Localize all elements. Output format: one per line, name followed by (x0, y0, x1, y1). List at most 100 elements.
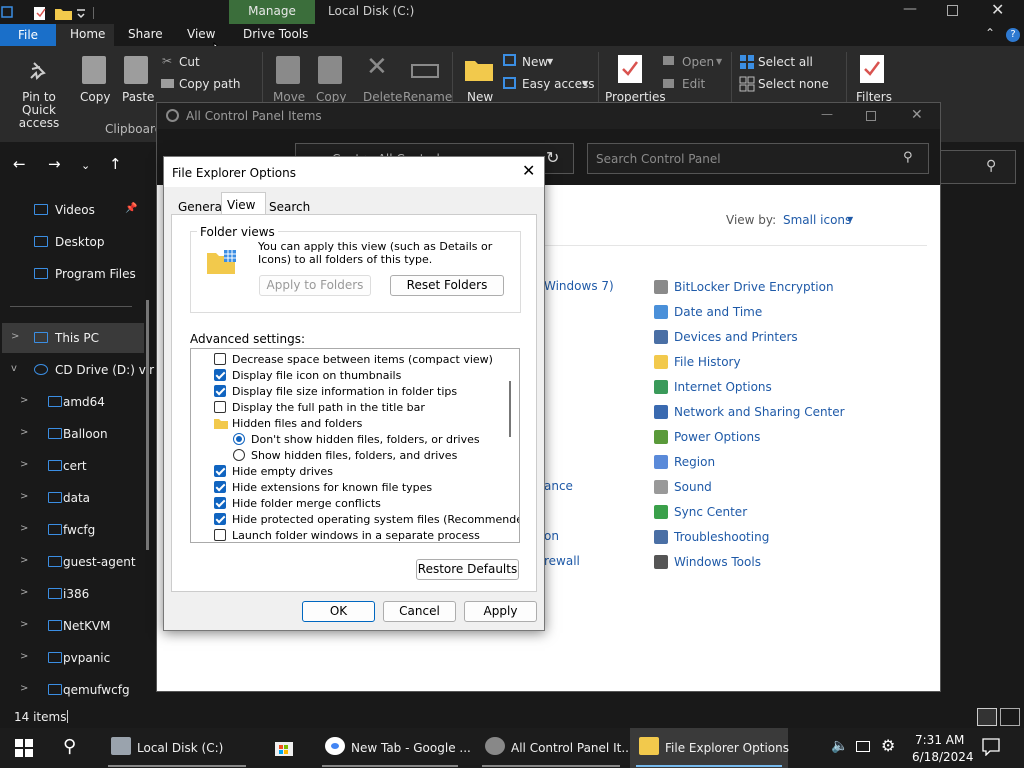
maximize-icon[interactable] (947, 5, 958, 16)
setting-checkbox[interactable] (214, 481, 226, 493)
cut-button[interactable]: Cut (179, 56, 200, 68)
tab-home[interactable]: Home (70, 28, 105, 40)
minimize-icon[interactable]: — (821, 108, 833, 120)
control-panel-item-windows-tools[interactable]: Windows Tools (674, 556, 761, 568)
nav-item-videos[interactable]: Videos (55, 204, 95, 216)
close-icon[interactable]: ✕ (911, 108, 923, 122)
new-item-button[interactable]: New (522, 56, 548, 68)
open-button[interactable]: Open (682, 56, 714, 68)
recent-chevron-icon[interactable]: ⌄ (81, 160, 90, 171)
quick-access-toolbar[interactable] (0, 5, 100, 21)
nav-item-guest-agent[interactable]: guest-agent (63, 556, 136, 568)
notifications-icon[interactable] (982, 738, 1000, 756)
setting-checkbox[interactable] (214, 513, 226, 525)
nav-expand-chevron-icon[interactable]: > (20, 556, 28, 566)
nav-item-this-pc[interactable]: This PC (55, 332, 99, 344)
setting-checkbox[interactable] (214, 497, 226, 509)
apply-to-folders-button[interactable]: Apply to Folders (259, 275, 371, 296)
nav-item-fwcfg[interactable]: fwcfg (63, 524, 95, 536)
tab-drive-tools[interactable]: Drive Tools (243, 28, 308, 40)
nav-item-amd64[interactable]: amd64 (63, 396, 105, 408)
paste-button[interactable]: Paste (122, 91, 154, 103)
nav-item-balloon[interactable]: Balloon (63, 428, 108, 440)
search-icon[interactable]: ⚲ (986, 159, 996, 173)
nav-expand-chevron-icon[interactable]: > (20, 428, 28, 438)
tab-file[interactable]: File (0, 24, 56, 46)
nav-expand-chevron-icon[interactable]: > (20, 492, 28, 502)
copy-button[interactable]: Copy (80, 91, 110, 103)
advanced-settings-list[interactable]: Decrease space between items (compact vi… (190, 348, 520, 543)
nav-item-cd-drive-d-vir[interactable]: CD Drive (D:) vir (55, 364, 154, 376)
setting-checkbox[interactable] (214, 385, 226, 397)
forward-arrow-icon[interactable]: → (48, 157, 61, 172)
collapse-ribbon-icon[interactable]: ⌃ (985, 27, 995, 39)
nav-expand-chevron-icon[interactable]: > (20, 652, 28, 662)
control-panel-item-partial[interactable]: rewall (544, 555, 580, 567)
nav-expand-chevron-icon[interactable]: > (20, 684, 28, 694)
control-panel-item-internet-options[interactable]: Internet Options (674, 381, 772, 393)
clock-time[interactable]: 7:31 AM (915, 734, 964, 746)
copy-path-button[interactable]: Copy path (179, 78, 241, 90)
setting-radio[interactable] (233, 433, 245, 445)
setting-radio[interactable] (233, 449, 245, 461)
view-by-dropdown[interactable]: Small icons (783, 214, 851, 226)
nav-expand-chevron-icon[interactable]: > (20, 620, 28, 630)
maximize-icon[interactable] (866, 111, 876, 121)
nav-item-i386[interactable]: i386 (63, 588, 89, 600)
explorer-search-box[interactable] (940, 150, 1016, 184)
microsoft-store-icon[interactable] (274, 737, 294, 757)
apply-button[interactable]: Apply (464, 601, 537, 622)
network-icon[interactable] (856, 741, 870, 752)
control-panel-item-partial[interactable]: Windows 7) (544, 280, 614, 292)
nav-scrollbar[interactable] (146, 300, 149, 550)
manage-tab[interactable]: Manage (229, 0, 315, 24)
setting-checkbox[interactable] (214, 401, 226, 413)
nav-expand-chevron-icon[interactable]: > (20, 588, 28, 598)
tab-general[interactable]: General (178, 201, 225, 213)
control-panel-item-network-and-sharing-center[interactable]: Network and Sharing Center (674, 406, 845, 418)
nav-item-qemufwcfg[interactable]: qemufwcfg (63, 684, 130, 696)
nav-item-data[interactable]: data (63, 492, 90, 504)
nav-item-netkvm[interactable]: NetKVM (63, 620, 111, 632)
control-panel-item-region[interactable]: Region (674, 456, 715, 468)
up-arrow-icon[interactable]: ↑ (109, 157, 122, 172)
nav-item-desktop[interactable]: Desktop (55, 236, 105, 248)
tab-view[interactable]: View (187, 28, 215, 40)
control-panel-item-power-options[interactable]: Power Options (674, 431, 760, 443)
control-panel-item-date-and-time[interactable]: Date and Time (674, 306, 762, 318)
nav-expand-chevron-icon[interactable]: > (11, 332, 19, 342)
search-icon[interactable]: ⚲ (63, 738, 76, 756)
control-panel-item-partial[interactable]: on (544, 530, 559, 542)
setting-checkbox[interactable] (214, 465, 226, 477)
back-arrow-icon[interactable]: ← (13, 157, 26, 172)
control-panel-item-partial[interactable]: ance (544, 480, 573, 492)
refresh-icon[interactable]: ↻ (546, 150, 559, 166)
clock-date[interactable]: 6/18/2024 (912, 751, 974, 763)
settings-gear-icon[interactable]: ⚙ (881, 738, 895, 754)
tab-share[interactable]: Share (128, 28, 163, 40)
large-icons-view-icon[interactable] (1000, 708, 1020, 726)
nav-collapse-chevron-icon[interactable]: v (11, 364, 17, 374)
control-panel-search-box[interactable]: Search Control Panel ⚲ (587, 143, 929, 174)
help-icon[interactable]: ? (1006, 28, 1020, 42)
nav-item-cert[interactable]: cert (63, 460, 87, 472)
cancel-button[interactable]: Cancel (383, 601, 456, 622)
control-panel-item-troubleshooting[interactable]: Troubleshooting (674, 531, 769, 543)
nav-expand-chevron-icon[interactable]: > (20, 524, 28, 534)
nav-item-program-files[interactable]: Program Files (55, 268, 136, 280)
close-icon[interactable]: ✕ (991, 2, 1004, 18)
edit-button[interactable]: Edit (682, 78, 705, 90)
tab-search[interactable]: Search (269, 201, 310, 213)
restore-defaults-button[interactable]: Restore Defaults (416, 559, 519, 580)
dialog-close-icon[interactable]: ✕ (522, 163, 535, 179)
nav-expand-chevron-icon[interactable]: > (20, 396, 28, 406)
control-panel-item-sound[interactable]: Sound (674, 481, 712, 493)
control-panel-search-input[interactable]: Search Control Panel (596, 153, 721, 165)
search-icon[interactable]: ⚲ (903, 151, 913, 164)
setting-checkbox[interactable] (214, 353, 226, 365)
nav-item-pvpanic[interactable]: pvpanic (63, 652, 110, 664)
ok-button[interactable]: OK (302, 601, 375, 622)
start-icon[interactable] (15, 739, 33, 757)
select-none-button[interactable]: Select none (758, 78, 829, 90)
details-view-icon[interactable] (977, 708, 997, 726)
